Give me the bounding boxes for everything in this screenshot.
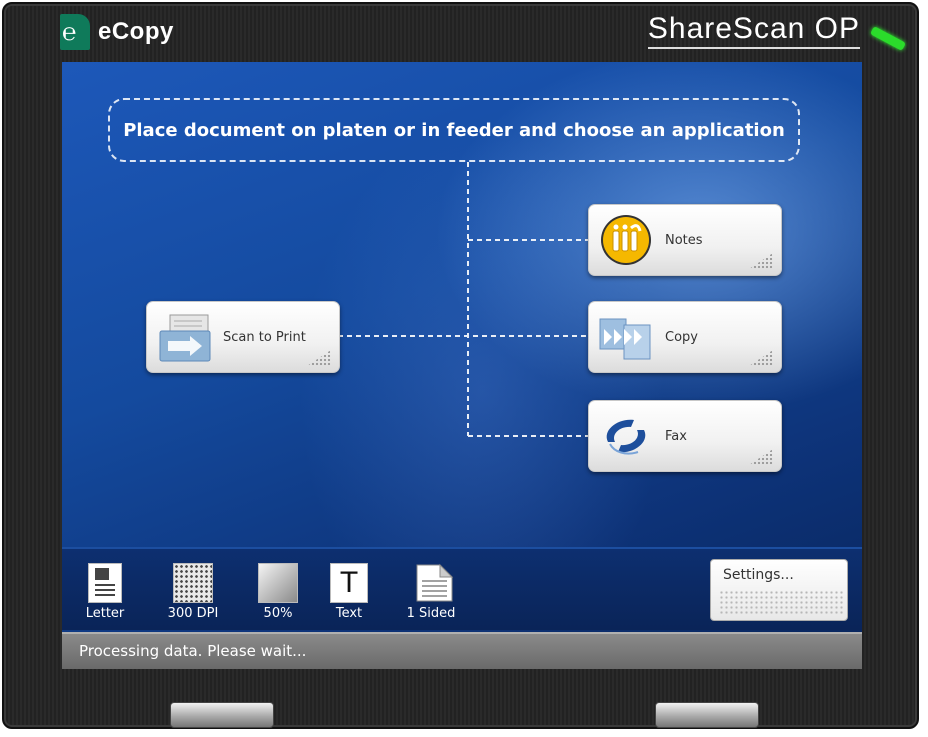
logo-text: eCopy	[98, 18, 174, 45]
paper-size-label: Letter	[85, 606, 125, 621]
brightness-icon	[258, 563, 298, 603]
notes-label: Notes	[665, 232, 703, 248]
content-type-label: Text	[335, 606, 363, 621]
text-mode-icon: T	[330, 563, 368, 603]
scan-to-print-icon	[155, 309, 213, 365]
touch-screen: Place document on platen or in feeder an…	[62, 62, 862, 669]
fax-button[interactable]: Fax	[588, 400, 782, 472]
scan-to-print-label: Scan to Print	[223, 329, 306, 345]
button-grip	[749, 350, 773, 366]
button-grip	[749, 449, 773, 465]
ecopy-logo: ℮ eCopy	[60, 12, 174, 52]
device-foot-left	[170, 702, 274, 728]
button-grip	[307, 350, 331, 366]
dpi-icon	[173, 563, 213, 603]
duplex-option[interactable]: 1 Sided	[398, 563, 464, 621]
settings-button[interactable]: Settings...	[710, 559, 848, 621]
settings-texture	[719, 590, 843, 614]
settings-label: Settings...	[723, 567, 794, 583]
letter-page-icon	[88, 563, 122, 603]
resolution-label: 300 DPI	[167, 606, 219, 621]
scan-to-print-button[interactable]: Scan to Print	[146, 301, 340, 373]
product-brand: ShareScan OP	[647, 12, 860, 49]
ecopy-logo-mark: ℮	[60, 14, 90, 50]
one-sided-icon	[414, 563, 454, 603]
paper-size-option[interactable]: Letter	[72, 563, 138, 621]
content-type-option[interactable]: T Text	[316, 563, 382, 621]
brightness-label: 50%	[263, 606, 293, 621]
brightness-option[interactable]: 50%	[245, 563, 311, 621]
device-foot-right	[655, 702, 759, 728]
scan-options-bar: Letter 300 DPI 50% T Text 1 Sided Settin…	[62, 547, 862, 630]
copy-icon	[597, 309, 655, 365]
resolution-option[interactable]: 300 DPI	[160, 563, 226, 621]
fax-label: Fax	[665, 428, 687, 444]
notes-button[interactable]: Notes	[588, 204, 782, 276]
status-bar: Processing data. Please wait...	[62, 632, 862, 669]
duplex-label: 1 Sided	[406, 606, 456, 621]
notes-icon	[597, 212, 655, 268]
copy-button[interactable]: Copy	[588, 301, 782, 373]
button-grip	[749, 253, 773, 269]
fax-icon	[597, 408, 655, 464]
copy-label: Copy	[665, 329, 698, 345]
